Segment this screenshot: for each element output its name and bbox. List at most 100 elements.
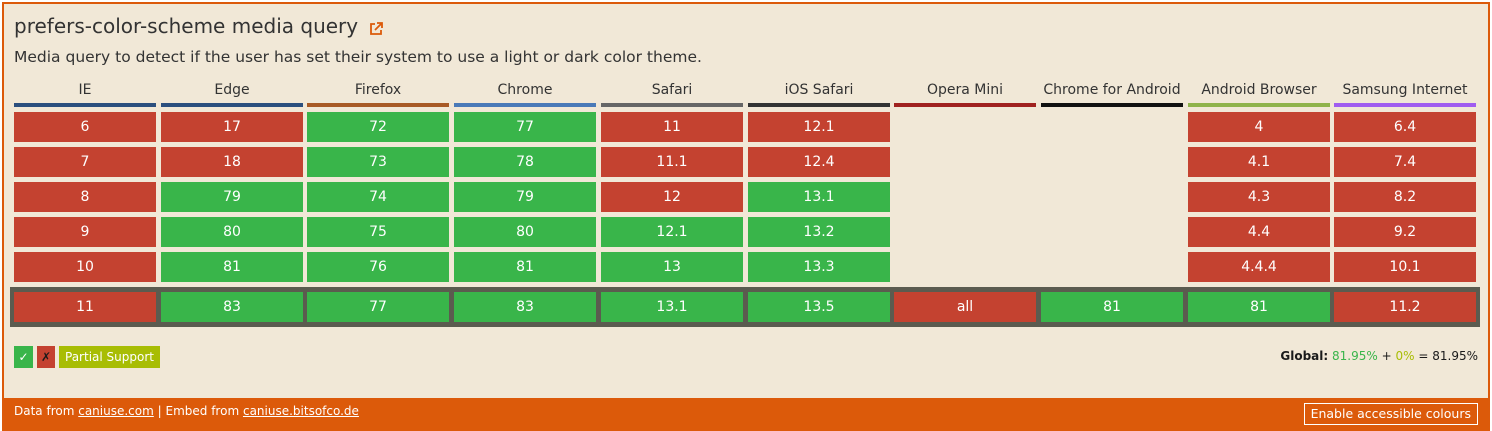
legend: ✓ ✗ Partial Support [14,346,160,368]
version-cell[interactable]: 80 [454,217,596,247]
version-cell[interactable]: 4.4 [1188,217,1330,247]
version-cell[interactable]: 74 [307,182,449,212]
current-version-cell[interactable]: 11 [14,292,156,322]
footer-credits: Data from caniuse.com | Embed from caniu… [14,404,359,418]
global-label: Global: [1280,349,1329,363]
browser-header-ios-safari: iOS Safari [748,80,890,107]
version-cell[interactable]: 11.1 [601,147,743,177]
version-cell[interactable]: 12 [601,182,743,212]
version-cell[interactable]: 13 [601,252,743,282]
browser-header-samsung-internet: Samsung Internet [1334,80,1476,107]
caniuse-link[interactable]: caniuse.com [78,404,154,418]
browser-color-bar [307,103,449,107]
version-cell[interactable]: 17 [161,112,303,142]
feature-description: Media query to detect if the user has se… [14,48,702,66]
version-cell[interactable]: 81 [161,252,303,282]
version-cell[interactable]: 77 [454,112,596,142]
version-cell[interactable]: 13.2 [748,217,890,247]
version-cell[interactable]: 12.4 [748,147,890,177]
version-cell[interactable]: 4 [1188,112,1330,142]
legend-unsupported: ✗ [37,346,55,368]
footer-data-from: Data from [14,404,75,418]
footer-embed-from: | Embed from [157,404,240,418]
browser-name: Android Browser [1201,82,1317,98]
enable-accessible-colours-button[interactable]: Enable accessible colours [1303,403,1478,425]
browser-color-bar [1041,103,1183,107]
feature-title: prefers-color-scheme media query [14,14,384,38]
embed-link[interactable]: caniuse.bitsofco.de [243,404,359,418]
version-cell[interactable]: 73 [307,147,449,177]
version-cell[interactable]: 12.1 [601,217,743,247]
browser-header-safari: Safari [601,80,743,107]
version-cell[interactable]: 9.2 [1334,217,1476,247]
version-cell[interactable]: 10.1 [1334,252,1476,282]
version-cell[interactable]: 10 [14,252,156,282]
version-cell[interactable]: 9 [14,217,156,247]
version-cell[interactable]: 78 [454,147,596,177]
current-version-cell[interactable]: all [894,292,1036,322]
browser-name: Opera Mini [926,82,1004,98]
browser-header-android-browser: Android Browser [1188,80,1330,107]
browser-header-chrome: Chrome [454,80,596,107]
version-cell[interactable]: 4.4.4 [1188,252,1330,282]
browser-color-bar [1188,103,1330,107]
version-cell[interactable]: 8.2 [1334,182,1476,212]
version-cell[interactable]: 6.4 [1334,112,1476,142]
version-cell[interactable]: 8 [14,182,156,212]
footer: Data from caniuse.com | Embed from caniu… [4,398,1488,429]
browser-name: Samsung Internet [1342,82,1468,98]
browser-color-bar [894,103,1036,107]
browser-name: IE [78,82,92,98]
browser-name: iOS Safari [784,82,854,98]
browser-color-bar [454,103,596,107]
browser-name: Firefox [354,82,402,98]
legend-partial: Partial Support [59,346,160,368]
version-cell[interactable]: 12.1 [748,112,890,142]
browser-header-edge: Edge [161,80,303,107]
version-cell[interactable]: 6 [14,112,156,142]
external-link-icon[interactable] [368,18,384,35]
version-cell[interactable]: 79 [161,182,303,212]
global-plus: + [1381,349,1392,363]
version-cell[interactable]: 80 [161,217,303,247]
browser-header-ie: IE [14,80,156,107]
browser-name: Chrome [497,82,553,98]
current-version-cell[interactable]: 81 [1188,292,1330,322]
legend-supported: ✓ [14,346,33,368]
current-version-cell[interactable]: 83 [161,292,303,322]
version-cell[interactable]: 72 [307,112,449,142]
browser-color-bar [1334,103,1476,107]
browser-color-bar [601,103,743,107]
global-supported: 81.95% [1332,349,1378,363]
current-version-cell[interactable]: 13.5 [748,292,890,322]
version-cell[interactable]: 79 [454,182,596,212]
version-cell[interactable]: 75 [307,217,449,247]
browser-name: Edge [214,82,250,98]
version-cell[interactable]: 4.3 [1188,182,1330,212]
global-usage: Global: 81.95% + 0% = 81.95% [1280,349,1478,363]
browser-header-chrome-for-android: Chrome for Android [1041,80,1183,107]
version-cell[interactable]: 18 [161,147,303,177]
browser-name: Safari [651,82,693,98]
browser-color-bar [161,103,303,107]
version-cell[interactable]: 4.1 [1188,147,1330,177]
browser-name: Chrome for Android [1043,82,1181,98]
current-version-cell[interactable]: 13.1 [601,292,743,322]
caniuse-embed: prefers-color-scheme media query Media q… [2,2,1490,431]
version-cell[interactable]: 13.1 [748,182,890,212]
current-version-cell[interactable]: 11.2 [1334,292,1476,322]
browser-header-firefox: Firefox [307,80,449,107]
version-cell[interactable]: 7 [14,147,156,177]
browser-color-bar [748,103,890,107]
global-total: = 81.95% [1418,349,1478,363]
current-version-cell[interactable]: 81 [1041,292,1183,322]
current-version-cell[interactable]: 77 [307,292,449,322]
version-cell[interactable]: 7.4 [1334,147,1476,177]
version-cell[interactable]: 76 [307,252,449,282]
version-cell[interactable]: 13.3 [748,252,890,282]
current-version-cell[interactable]: 83 [454,292,596,322]
version-cell[interactable]: 11 [601,112,743,142]
feature-title-text: prefers-color-scheme media query [14,14,359,38]
version-cell[interactable]: 81 [454,252,596,282]
global-partial: 0% [1395,349,1415,363]
